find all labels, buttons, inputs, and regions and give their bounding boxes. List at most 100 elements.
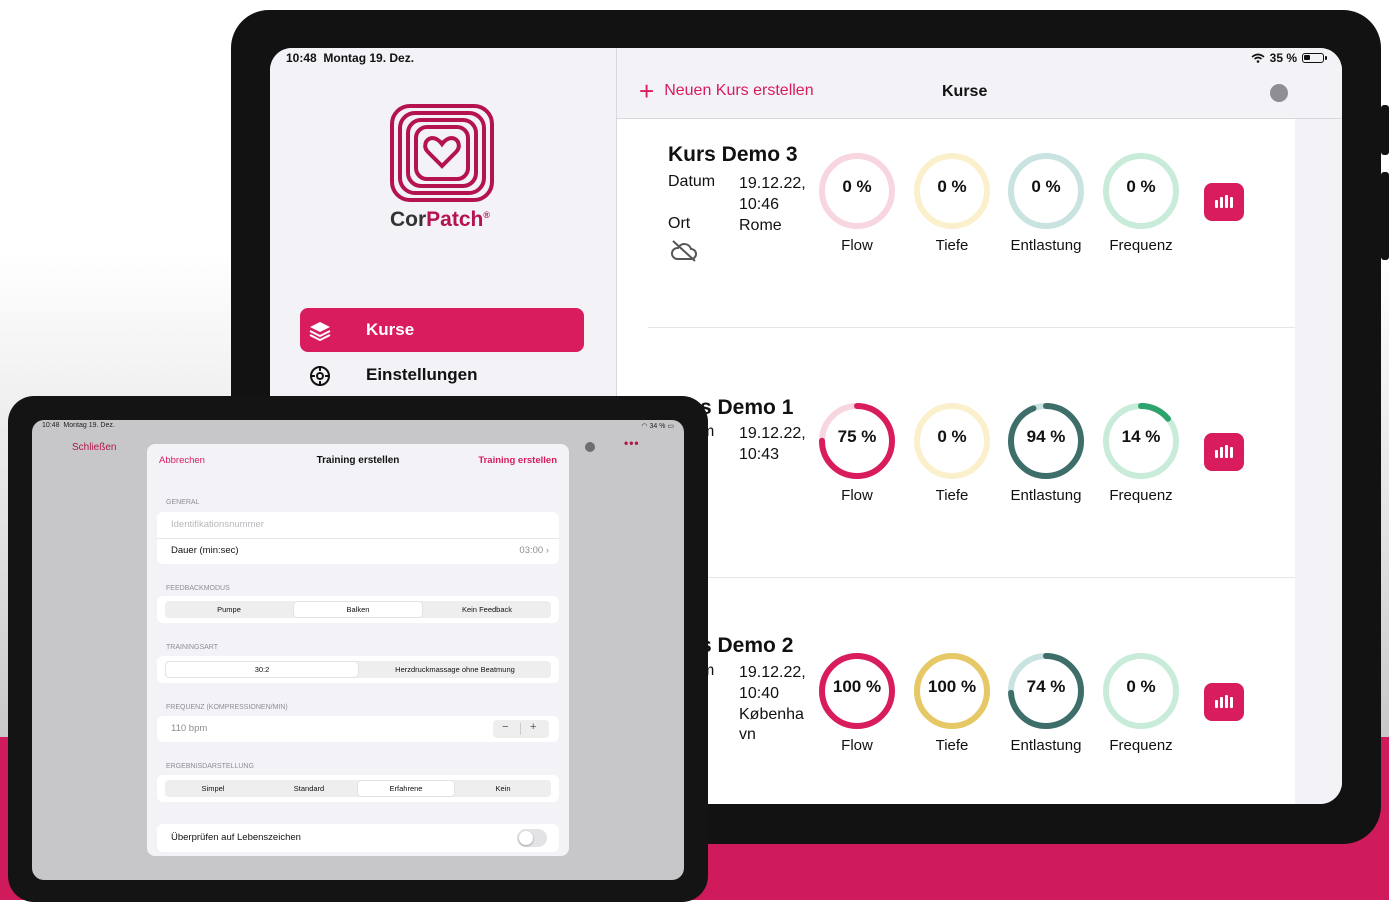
gauge-tiefe: 0 % Tiefe bbox=[910, 149, 994, 269]
plus-button[interactable]: + bbox=[530, 721, 536, 733]
bar-chart-icon bbox=[1230, 447, 1233, 458]
scroll-area bbox=[1295, 119, 1342, 804]
gauge-entlastung: 74 % Entlastung bbox=[1004, 649, 1088, 769]
gauge-label: Frequenz bbox=[1109, 487, 1173, 504]
vital-signs-label: Überprüfen auf Lebenszeichen bbox=[171, 832, 301, 843]
segment-pumpe[interactable]: Pumpe bbox=[165, 601, 293, 618]
bar-chart-icon bbox=[1215, 450, 1218, 458]
sidebar-item-label: Kurse bbox=[366, 320, 415, 339]
statistics-button[interactable] bbox=[1204, 683, 1244, 721]
segment-erfahrene[interactable]: Erfahrene bbox=[358, 781, 454, 796]
vital-signs-card: Überprüfen auf Lebenszeichen bbox=[157, 824, 559, 852]
gauge-entlastung: 94 % Entlastung bbox=[1004, 399, 1088, 519]
gauge-value: 74 % bbox=[1026, 677, 1066, 696]
cancel-button[interactable]: Abbrechen bbox=[159, 455, 205, 466]
bar-chart-icon bbox=[1220, 697, 1223, 708]
divider bbox=[520, 723, 521, 735]
course-title: s Demo 2 bbox=[700, 634, 794, 657]
training-segmented-control: 30:2 Herzdruckmassage ohne Beatmung bbox=[165, 661, 551, 678]
bar-chart-icon bbox=[1220, 447, 1223, 458]
results-card: Simpel Standard Erfahrene Kein bbox=[157, 775, 559, 802]
date-value: 19.12.22, 10:46 bbox=[739, 175, 806, 213]
gauge-value: 75 % bbox=[837, 427, 877, 446]
gauge-frequenz: 0 % Frequenz bbox=[1099, 649, 1183, 769]
minus-button[interactable]: − bbox=[502, 721, 508, 733]
segment-balken[interactable]: Balken bbox=[294, 602, 422, 617]
gauge-flow: 100 % Flow bbox=[815, 649, 899, 769]
gauge-label: Frequenz bbox=[1109, 237, 1173, 254]
volume-button bbox=[1381, 105, 1389, 155]
date-label: Datum bbox=[668, 173, 716, 190]
segment-hdm-ohne-beatmung[interactable]: Herzdruckmassage ohne Beatmung bbox=[359, 661, 551, 678]
section-training: TRAININGSART bbox=[166, 644, 218, 651]
feedback-card: Pumpe Balken Kein Feedback bbox=[157, 596, 559, 623]
bar-chart-icon bbox=[1225, 445, 1228, 458]
section-general: GENERAL bbox=[166, 499, 200, 506]
avatar[interactable] bbox=[585, 442, 595, 452]
statistics-button[interactable] bbox=[1204, 183, 1244, 221]
results-segmented-control: Simpel Standard Erfahrene Kein bbox=[165, 780, 551, 797]
course-title: Kurs Demo 3 bbox=[668, 143, 798, 166]
navigation-bar: + Neuen Kurs erstellen Kurse bbox=[617, 48, 1342, 119]
section-frequency: FREQUENZ (KOMPRESSIONEN/MIN) bbox=[166, 704, 288, 711]
bar-chart-icon bbox=[1215, 200, 1218, 208]
statistics-button[interactable] bbox=[1204, 433, 1244, 471]
segment-kein[interactable]: Kein bbox=[455, 780, 551, 797]
ipad-screen-small: 10:48 Montag 19. Dez. ◠ 34 % ▭ Schließen… bbox=[32, 420, 684, 880]
page-title: Kurse bbox=[942, 83, 988, 100]
segment-standard[interactable]: Standard bbox=[261, 780, 357, 797]
gauge-value: 0 % bbox=[1126, 677, 1156, 696]
status-time: 10:48 Montag 19. Dez. bbox=[286, 51, 415, 65]
sidebar-item-einstellungen[interactable]: Einstellungen bbox=[300, 353, 584, 397]
bar-chart-icon bbox=[1230, 197, 1233, 208]
bar-chart-icon bbox=[1225, 195, 1228, 208]
divider bbox=[157, 538, 559, 539]
feedback-segmented-control: Pumpe Balken Kein Feedback bbox=[165, 601, 551, 618]
frequency-stepper[interactable]: − + bbox=[493, 720, 549, 738]
gauge-entlastung: 0 % Entlastung bbox=[1004, 149, 1088, 269]
create-training-modal: Training erstellen Abbrechen Training er… bbox=[147, 444, 569, 856]
date-value: 19.12.22, 10:40 Københa bbox=[739, 664, 806, 723]
more-icon[interactable]: ••• bbox=[624, 436, 640, 450]
close-button[interactable]: Schließen bbox=[72, 442, 116, 453]
segment-simpel[interactable]: Simpel bbox=[165, 780, 261, 797]
gauge-tiefe: 0 % Tiefe bbox=[910, 399, 994, 519]
status-time: 10:48 Montag 19. Dez. bbox=[42, 422, 115, 429]
layers-icon bbox=[309, 322, 331, 342]
bar-chart-icon bbox=[1230, 697, 1233, 708]
segment-30-2[interactable]: 30:2 bbox=[166, 662, 358, 677]
gear-icon bbox=[310, 366, 330, 386]
section-feedback: FEEDBACKMODUS bbox=[166, 585, 230, 592]
new-course-button[interactable]: + Neuen Kurs erstellen bbox=[639, 78, 814, 104]
course-title: s Demo 1 bbox=[700, 396, 794, 419]
cloud-off-icon bbox=[671, 240, 697, 262]
sidebar-item-kurse[interactable]: Kurse bbox=[300, 308, 584, 352]
gauge-label: Frequenz bbox=[1109, 737, 1173, 754]
segment-kein-feedback[interactable]: Kein Feedback bbox=[423, 601, 551, 618]
training-card: 30:2 Herzdruckmassage ohne Beatmung bbox=[157, 656, 559, 683]
status-battery: ◠ 34 % ▭ bbox=[641, 423, 674, 430]
place-value: Rome bbox=[739, 217, 782, 234]
gauge-frequenz: 14 % Frequenz bbox=[1099, 399, 1183, 519]
gauge-value: 0 % bbox=[937, 427, 967, 446]
gauge-value: 14 % bbox=[1121, 427, 1161, 446]
bar-chart-icon bbox=[1220, 197, 1223, 208]
gauge-value: 0 % bbox=[1031, 177, 1061, 196]
bar-chart-icon bbox=[1225, 695, 1228, 708]
duration-value[interactable]: 03:00 › bbox=[519, 545, 549, 556]
duration-label: Dauer (min:sec) bbox=[171, 545, 239, 556]
bar-chart-icon bbox=[1215, 700, 1218, 708]
gauge-value: 94 % bbox=[1026, 427, 1066, 446]
vital-signs-toggle[interactable] bbox=[517, 829, 547, 847]
id-input[interactable]: Identifikationsnummer bbox=[171, 519, 264, 530]
place-value: vn bbox=[739, 726, 756, 743]
frequency-card: 110 bpm − + bbox=[157, 716, 559, 742]
create-training-button[interactable]: Training erstellen bbox=[478, 455, 557, 466]
corpatch-logo-icon bbox=[390, 104, 494, 202]
gauge-frequenz: 0 % Frequenz bbox=[1099, 149, 1183, 269]
chevron-right-icon: › bbox=[545, 545, 549, 556]
avatar[interactable] bbox=[1270, 84, 1288, 102]
gauge-value: 0 % bbox=[1126, 177, 1156, 196]
section-results: ERGEBNISDARSTELLUNG bbox=[166, 763, 254, 770]
gauge-flow: 0 % Flow bbox=[815, 149, 899, 269]
